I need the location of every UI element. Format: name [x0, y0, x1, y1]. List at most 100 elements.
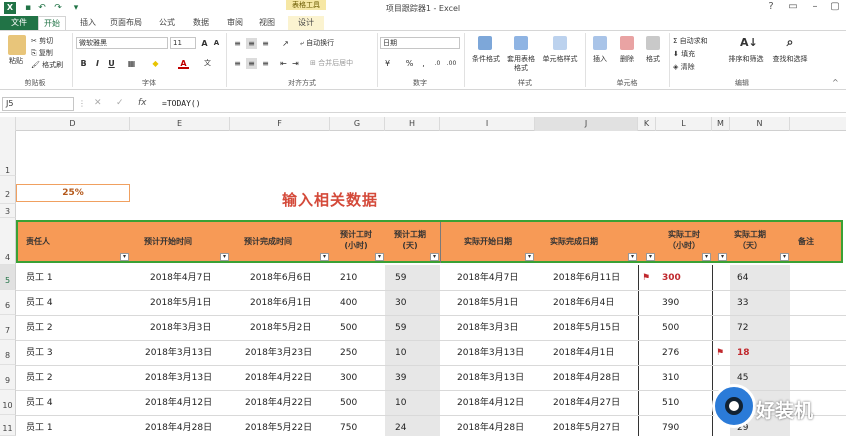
row-header[interactable]: 7 [0, 315, 16, 340]
tab-insert[interactable]: 插入 [76, 16, 100, 30]
conditional-format-button[interactable]: 条件格式 [468, 55, 504, 64]
cell-actual-days[interactable]: 64 [737, 266, 748, 290]
cell-actual-days[interactable]: 18 [737, 341, 750, 365]
cell-owner[interactable]: 员工 4 [26, 391, 53, 415]
minimize-icon[interactable]: – [804, 0, 826, 14]
insert-function-button[interactable]: fx [138, 98, 147, 108]
merge-center-button[interactable]: ⊞ 合并后居中 [310, 58, 353, 68]
formula-input[interactable]: =TODAY() [162, 97, 842, 111]
namebox-dropdown-icon[interactable]: ⋮ [78, 99, 86, 108]
cell-actual-hours[interactable]: 390 [662, 291, 679, 315]
cell-plan-start[interactable]: 2018年4月28日 [145, 416, 212, 436]
cell-actual-start[interactable]: 2018年4月12日 [457, 391, 524, 415]
italic-button[interactable]: I [92, 58, 103, 69]
cell-plan-start[interactable]: 2018年4月7日 [150, 266, 211, 290]
borders-icon[interactable]: ▦ [126, 58, 137, 69]
sort-filter-button[interactable]: 排序和筛选 [724, 55, 768, 64]
row-header-selected[interactable]: 5 [0, 265, 16, 290]
cancel-entry-icon[interactable]: ✕ [94, 98, 102, 108]
cell-actual-start[interactable]: 2018年4月28日 [457, 416, 524, 436]
filter-dropdown-icon[interactable]: ▾ [780, 253, 789, 261]
cell-owner[interactable]: 员工 1 [26, 266, 53, 290]
column-header[interactable]: N [730, 117, 790, 131]
row-header[interactable]: 3 [0, 204, 16, 218]
row-header[interactable]: 2 [0, 176, 16, 204]
tab-view[interactable]: 视图 [254, 16, 280, 30]
tab-home[interactable]: 开始 [38, 16, 66, 30]
save-icon[interactable]: ▪ [22, 2, 34, 14]
completion-percent-cell[interactable]: 25% [16, 184, 130, 202]
cell-plan-days[interactable]: 59 [395, 266, 406, 290]
grow-font-icon[interactable]: A [199, 38, 210, 49]
cell-plan-hours[interactable]: 500 [340, 316, 357, 340]
filter-dropdown-icon[interactable]: ▾ [628, 253, 637, 261]
cell-plan-end[interactable]: 2018年4月22日 [245, 366, 312, 390]
paste-button[interactable]: 粘贴 [3, 57, 29, 66]
filter-dropdown-icon[interactable]: ▾ [120, 253, 129, 261]
align-right-icon[interactable]: ≡ [260, 58, 271, 69]
fill-color-icon[interactable]: ◆ [150, 58, 161, 69]
header-plan-hours[interactable]: 预计工时 (小时) [336, 229, 376, 251]
maximize-icon[interactable]: ▢ [824, 0, 846, 14]
customize-qat-icon[interactable]: ▾ [70, 2, 82, 14]
cell-plan-end[interactable]: 2018年6月1日 [250, 291, 311, 315]
cell-actual-start[interactable]: 2018年3月3日 [457, 316, 518, 340]
cell-plan-days[interactable]: 59 [395, 316, 406, 340]
filter-dropdown-icon[interactable]: ▾ [220, 253, 229, 261]
column-header[interactable]: I [440, 117, 535, 131]
cell-actual-end[interactable]: 2018年4月1日 [553, 341, 614, 365]
cell-actual-hours[interactable]: 790 [662, 416, 679, 436]
bold-button[interactable]: B [78, 58, 89, 69]
cell-styles-button[interactable]: 单元格样式 [538, 55, 582, 64]
column-header[interactable]: G [330, 117, 385, 131]
cell-owner[interactable]: 员工 2 [26, 316, 53, 340]
cell-actual-start[interactable]: 2018年3月13日 [457, 366, 524, 390]
decrease-indent-icon[interactable]: ⇤ [278, 58, 289, 69]
cell-actual-end[interactable]: 2018年6月11日 [553, 266, 620, 290]
ribbon-display-icon[interactable]: ▭ [782, 0, 804, 14]
filter-dropdown-icon[interactable]: ▾ [320, 253, 329, 261]
cell-owner[interactable]: 员工 2 [26, 366, 53, 390]
wrap-text-button[interactable]: ⤶ 自动换行 [300, 38, 334, 48]
cell-plan-start[interactable]: 2018年3月13日 [145, 366, 212, 390]
cell-plan-days[interactable]: 39 [395, 366, 406, 390]
font-size-combo[interactable]: 11 [170, 37, 196, 49]
cell-actual-end[interactable]: 2018年4月28日 [553, 366, 620, 390]
currency-icon[interactable]: ¥ [382, 58, 393, 69]
cell-plan-start[interactable]: 2018年3月3日 [150, 316, 211, 340]
copy-button[interactable]: ⎘ 复制 [31, 48, 53, 58]
cell-plan-end[interactable]: 2018年5月2日 [250, 316, 311, 340]
cell-plan-end[interactable]: 2018年5月22日 [245, 416, 312, 436]
phonetic-icon[interactable]: 文 [202, 58, 213, 69]
decrease-decimal-icon[interactable]: .00 [446, 58, 457, 69]
cell-owner[interactable]: 员工 3 [26, 341, 53, 365]
cell-plan-days[interactable]: 30 [395, 291, 406, 315]
number-format-combo[interactable]: 日期 [380, 37, 460, 49]
column-header[interactable]: F [230, 117, 330, 131]
column-header[interactable]: K [638, 117, 656, 131]
percent-button[interactable]: % [404, 58, 415, 69]
cell-plan-hours[interactable]: 500 [340, 391, 357, 415]
undo-icon[interactable]: ↶ [36, 2, 48, 14]
help-icon[interactable]: ? [760, 0, 782, 14]
header-plan-end[interactable]: 预计完成时间 [236, 236, 300, 247]
cut-button[interactable]: ✂ 剪切 [31, 36, 53, 46]
header-actual-end[interactable]: 实际完成日期 [542, 236, 606, 247]
row-header[interactable]: 11 [0, 415, 16, 436]
insert-cells-button[interactable]: 插入 [588, 55, 612, 64]
cell-actual-days[interactable]: 72 [737, 316, 748, 340]
filter-dropdown-icon[interactable]: ▾ [375, 253, 384, 261]
header-actual-hours[interactable]: 实际工时 （小时） [656, 229, 712, 251]
cell-plan-hours[interactable]: 300 [340, 366, 357, 390]
header-owner[interactable]: 责任人 [26, 236, 50, 247]
cell-owner[interactable]: 员工 4 [26, 291, 53, 315]
cell-plan-days[interactable]: 24 [395, 416, 406, 436]
confirm-entry-icon[interactable]: ✓ [116, 98, 124, 108]
cell-actual-hours[interactable]: 310 [662, 366, 679, 390]
font-name-combo[interactable]: 微软雅黑 [76, 37, 168, 49]
underline-button[interactable]: U [106, 58, 117, 69]
tab-design[interactable]: 设计 [288, 16, 324, 30]
increase-indent-icon[interactable]: ⇥ [290, 58, 301, 69]
column-header[interactable]: M [712, 117, 730, 131]
cell-actual-end[interactable]: 2018年5月27日 [553, 416, 620, 436]
